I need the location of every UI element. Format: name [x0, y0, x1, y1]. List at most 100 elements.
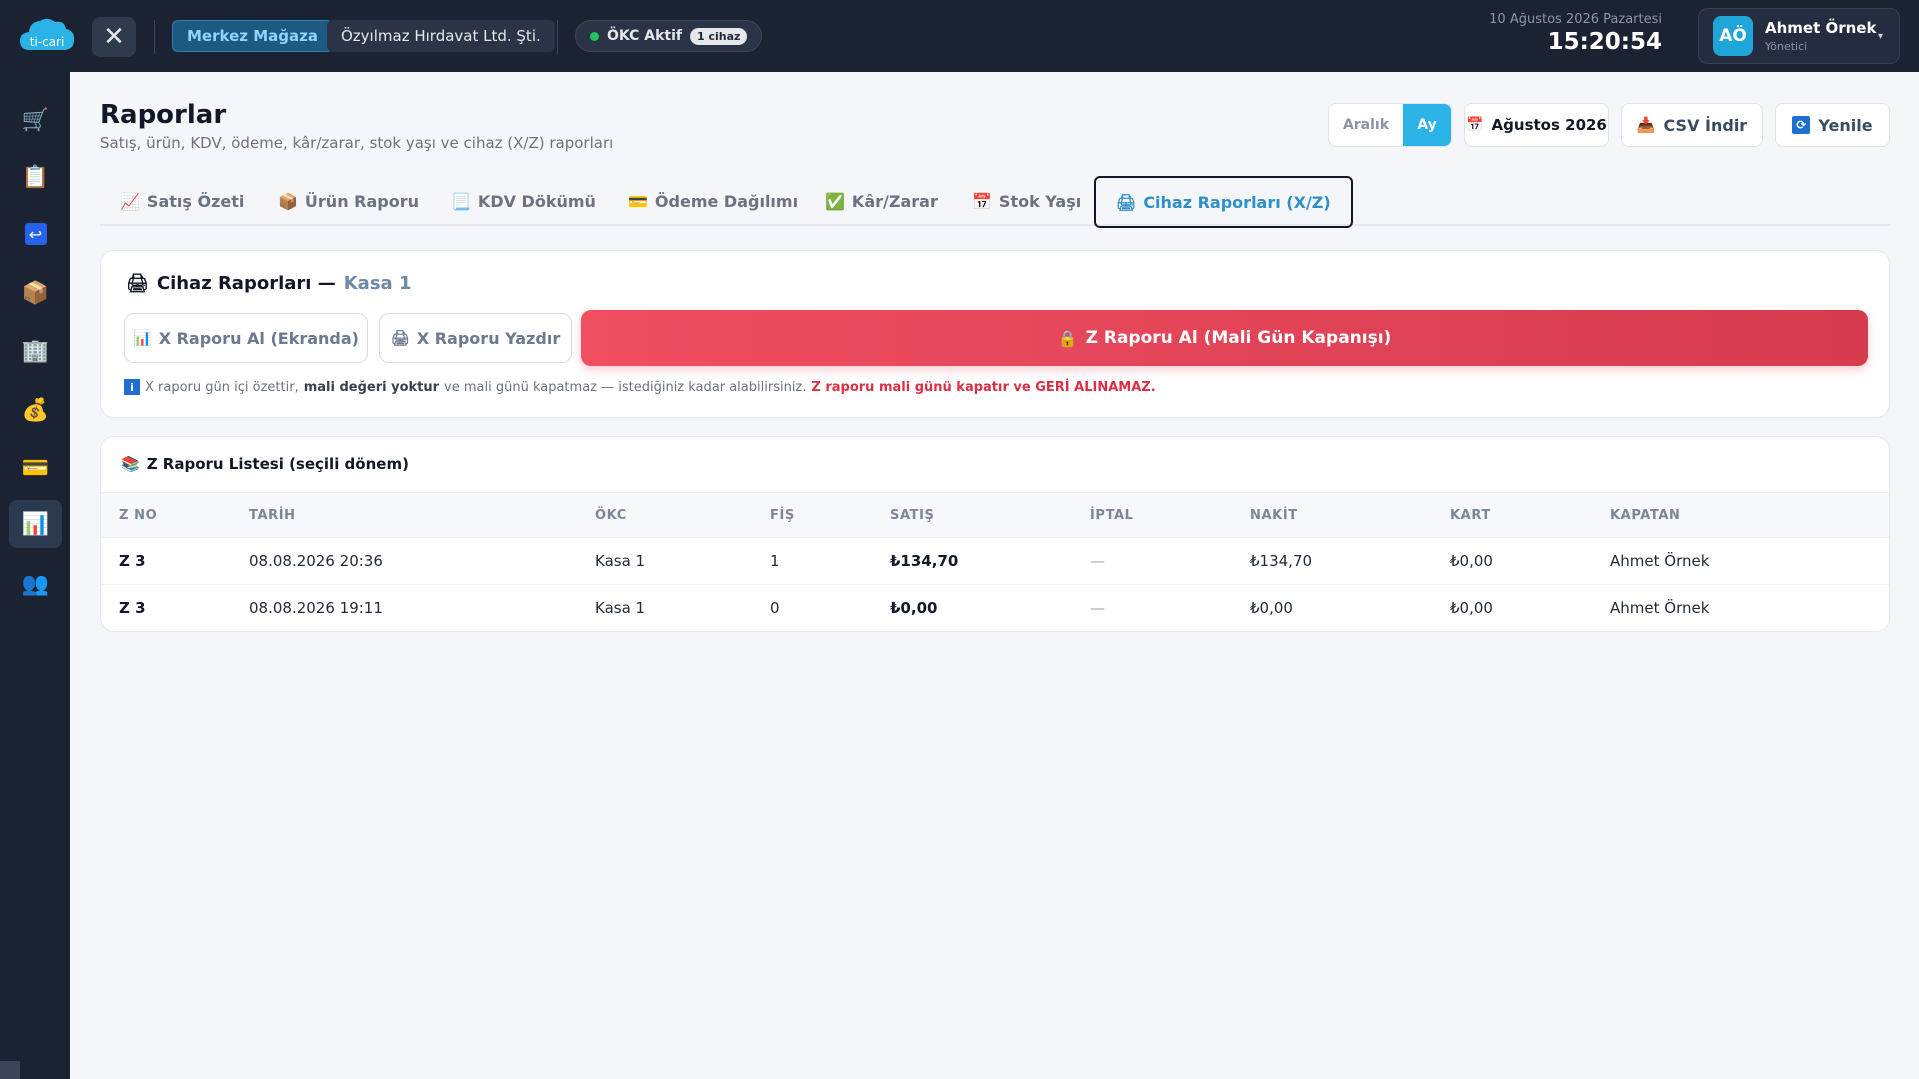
month-option[interactable]: Ay [1403, 104, 1451, 146]
receipt-count-cell: 1 [770, 552, 780, 570]
ti-cari-logo[interactable]: ti-cari [18, 14, 76, 56]
refresh-button[interactable]: ⟳ Yenile [1775, 103, 1890, 147]
page-title: Raporlar [100, 100, 227, 130]
sidebar-item-accounts[interactable]: 🏢 [9, 327, 62, 375]
calendar-icon: 📅 [972, 191, 992, 211]
page-subtitle: Satış, ürün, KDV, ödeme, kâr/zarar, stok… [100, 134, 614, 152]
sidebar-item-returns[interactable]: ↩ [9, 210, 62, 258]
column-header[interactable]: KART [1450, 493, 1610, 538]
void-cell: — [1090, 552, 1105, 570]
download-tray-icon: 📥 [1636, 116, 1656, 134]
okc-status[interactable]: ÖKC Aktif 1 cihaz [575, 20, 763, 52]
column-header[interactable]: TARİH [249, 493, 595, 538]
tab-label: Stok Yaşı [998, 191, 1082, 211]
company-selector[interactable]: Özyılmaz Hırdavat Ltd. Şti. [327, 20, 555, 52]
info-warning: Z raporu mali günü kapatır ve GERİ ALINA… [811, 379, 1156, 395]
sidebar-item-sales[interactable]: 🛒 [9, 96, 62, 144]
tab-label: KDV Dökümü [477, 191, 596, 211]
z-no-cell: Z 3 [119, 599, 146, 617]
table-row[interactable]: Z 3 08.08.2026 19:11 Kasa 1 0 ₺0,00 — ₺0… [101, 585, 1889, 631]
report-tabs: 📈 Satış Özeti 📦 Ürün Raporu 📃 KDV Dökümü 💳 Ö… [100, 176, 1890, 228]
sales-cell: ₺134,70 [890, 552, 959, 570]
table-row[interactable]: Z 3 08.08.2026 20:36 Kasa 1 1 ₺134,70 — … [101, 538, 1889, 585]
column-header[interactable]: FİŞ [770, 493, 890, 538]
z-report-label: Z Raporu Al (Mali Gün Kapanışı) [1085, 328, 1392, 348]
tab-label: Ödeme Dağılımı [654, 191, 799, 211]
printer-icon: 🖨 [1116, 192, 1137, 212]
tab-profit-loss[interactable]: ✅ Kâr/Zarar [825, 176, 938, 226]
column-header[interactable]: SATIŞ [890, 493, 1090, 538]
divider [557, 20, 558, 54]
info-icon: i [124, 379, 140, 395]
csv-download-button[interactable]: 📥 CSV İndir [1621, 103, 1763, 147]
close-button[interactable]: ✕ [92, 17, 136, 57]
column-header[interactable]: İPTAL [1090, 493, 1250, 538]
column-header[interactable]: Z NO [101, 493, 249, 538]
card-cell: ₺0,00 [1450, 552, 1493, 570]
printer-icon: 🖨 [126, 273, 149, 294]
avatar: AÖ [1713, 16, 1753, 56]
x-report-screen-button[interactable]: 📊 X Raporu Al (Ekranda) [124, 313, 368, 363]
current-date: 10 Ağustos 2026 Pazartesi [1489, 12, 1662, 27]
user-name: Ahmet Örnek [1765, 19, 1877, 37]
z-report-list-card: 📚 Z Raporu Listesi (seçili dönem) Z NO T… [100, 436, 1890, 632]
sidebar-item-users[interactable]: 👥 [9, 560, 62, 608]
info-text-1: X raporu gün içi özettir, [145, 379, 299, 395]
building-icon: 🏢 [21, 338, 50, 364]
sidebar-item-documents[interactable]: 📋 [9, 153, 62, 201]
package-icon: 📦 [21, 280, 50, 306]
trend-chart-icon: 📈 [120, 191, 140, 211]
return-icon: ↩ [24, 223, 47, 245]
x-report-print-label: X Raporu Yazdır [416, 328, 561, 348]
column-header[interactable]: ÖKC [595, 493, 770, 538]
tab-sales-summary[interactable]: 📈 Satış Özeti [120, 176, 244, 226]
tab-stock-age[interactable]: 📅 Stok Yaşı [972, 176, 1081, 226]
sidebar-item-products[interactable]: 📦 [9, 269, 62, 317]
z-report-button[interactable]: 🔒 Z Raporu Al (Mali Gün Kapanışı) [581, 310, 1868, 366]
month-picker[interactable]: 📅 Ağustos 2026 [1464, 103, 1609, 147]
bar-chart-icon: 📊 [133, 329, 152, 347]
status-dot-icon [590, 31, 599, 41]
user-role: Yönetici [1765, 40, 1808, 53]
okc-cell: Kasa 1 [595, 599, 646, 617]
okc-cell: Kasa 1 [595, 552, 646, 570]
cart-icon: 🛒 [21, 107, 50, 133]
top-bar: ti-cari ✕ Merkez Mağaza Özyılmaz Hırdava… [0, 0, 1919, 72]
tab-label: Cihaz Raporları (X/Z) [1143, 192, 1331, 212]
z-no-cell: Z 3 [119, 552, 146, 570]
period-toggle: Aralık Ay [1328, 103, 1452, 147]
printer-icon: 🖨 [390, 329, 410, 347]
column-header[interactable]: KAPATAN [1610, 493, 1889, 538]
user-menu[interactable]: AÖ Ahmet Örnek Yönetici ▾ [1698, 8, 1900, 64]
closed-by-cell: Ahmet Örnek [1610, 552, 1710, 570]
report-info-note: i X raporu gün içi özettir, mali değeri … [124, 379, 1156, 395]
refresh-icon: ⟳ [1792, 116, 1811, 134]
month-picker-label: Ağustos 2026 [1491, 116, 1607, 134]
device-reports-heading: Cihaz Raporları — [156, 273, 336, 294]
credit-card-icon: 💳 [21, 455, 50, 481]
calendar-icon: 📅 [1466, 117, 1484, 133]
range-option[interactable]: Aralık [1329, 104, 1403, 146]
table-header-row: Z NO TARİH ÖKC FİŞ SATIŞ İPTAL NAKİT KAR… [101, 492, 1889, 538]
receipt-count-cell: 0 [770, 599, 780, 617]
card-cell: ₺0,00 [1450, 599, 1493, 617]
x-report-print-button[interactable]: 🖨 X Raporu Yazdır [379, 313, 572, 363]
sidebar-item-payments[interactable]: 💳 [9, 444, 62, 492]
tab-vat-breakdown[interactable]: 📃 KDV Dökümü [451, 176, 596, 226]
tab-label: Satış Özeti [146, 191, 245, 211]
refresh-label: Yenile [1818, 115, 1873, 135]
device-reports-title: 🖨 Cihaz Raporları — Kasa 1 [126, 273, 411, 294]
column-header[interactable]: NAKİT [1250, 493, 1450, 538]
package-icon: 📦 [278, 191, 298, 211]
z-report-table: Z NO TARİH ÖKC FİŞ SATIŞ İPTAL NAKİT KAR… [101, 492, 1889, 631]
tab-payment-distribution[interactable]: 💳 Ödeme Dağılımı [628, 176, 798, 226]
svg-text:ti-cari: ti-cari [30, 35, 65, 49]
store-selector[interactable]: Merkez Mağaza [172, 20, 333, 52]
date-cell: 08.08.2026 19:11 [249, 599, 383, 617]
sidebar-item-reports[interactable]: 📊 [9, 500, 62, 548]
tab-device-reports[interactable]: 🖨 Cihaz Raporları (X/Z) [1094, 176, 1353, 228]
lock-icon: 🔒 [1057, 328, 1078, 348]
tab-product-report[interactable]: 📦 Ürün Raporu [278, 176, 419, 226]
sidebar-item-finance[interactable]: 💰 [9, 386, 62, 434]
divider [154, 20, 155, 54]
